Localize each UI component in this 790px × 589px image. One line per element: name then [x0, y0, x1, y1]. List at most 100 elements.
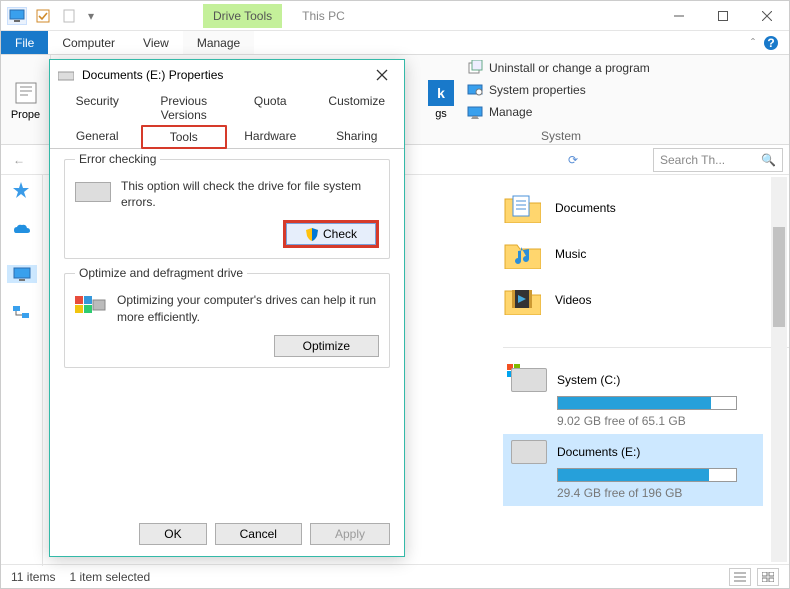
- tab-previous-versions[interactable]: Previous Versions: [141, 90, 228, 126]
- drive-item-system-c[interactable]: System (C:) 9.02 GB free of 65.1 GB: [503, 362, 763, 434]
- drive-name: Documents (E:): [557, 445, 640, 459]
- tab-sharing[interactable]: Sharing: [314, 125, 401, 149]
- ribbon-group-system: Uninstall or change a program System pro…: [461, 55, 661, 144]
- uninstall-icon: [467, 60, 483, 76]
- status-bar: 11 items 1 item selected: [1, 564, 789, 588]
- search-box[interactable]: Search Th... 🔍: [653, 148, 783, 172]
- ribbon-item-label: Manage: [489, 105, 532, 119]
- drive-free-text: 29.4 GB free of 196 GB: [557, 486, 755, 500]
- dialog-close-button[interactable]: [368, 64, 396, 86]
- properties-icon: [12, 79, 40, 107]
- onedrive-icon[interactable]: [12, 223, 32, 243]
- optimize-button[interactable]: Optimize: [274, 335, 379, 357]
- properties-label: Prope: [11, 109, 40, 121]
- navigation-pane: [1, 175, 43, 566]
- maximize-button[interactable]: [701, 1, 745, 31]
- drives-section: System (C:) 9.02 GB free of 65.1 GB Docu…: [503, 347, 789, 506]
- properties-dialog: Documents (E:) Properties Security Previ…: [49, 59, 405, 557]
- optimize-text: Optimizing your computer's drives can he…: [117, 292, 379, 324]
- document-qat-icon[interactable]: [59, 7, 79, 25]
- group-title: Error checking: [75, 152, 160, 166]
- vertical-scrollbar[interactable]: [771, 177, 787, 562]
- check-button[interactable]: Check: [283, 220, 379, 248]
- drive-icon: [511, 368, 547, 392]
- ribbon-tab-strip: File Computer View Manage ˆ ?: [1, 31, 789, 55]
- drive-usage-bar: [557, 468, 737, 482]
- group-title: Optimize and defragment drive: [75, 266, 247, 280]
- group-error-checking: Error checking This option will check th…: [64, 159, 390, 259]
- tab-customize[interactable]: Customize: [314, 90, 401, 126]
- folder-item-music[interactable]: Music: [463, 231, 789, 277]
- folder-item-videos[interactable]: Videos: [463, 277, 789, 323]
- ribbon-collapse-help: ˆ ?: [741, 31, 789, 54]
- ribbon-tab-view[interactable]: View: [129, 31, 183, 54]
- window-titlebar: ▾ Drive Tools This PC: [1, 1, 789, 31]
- drive-icon: [75, 182, 111, 202]
- shield-icon: [305, 227, 319, 241]
- music-folder-icon: [503, 239, 541, 269]
- cancel-button[interactable]: Cancel: [215, 523, 302, 545]
- search-icon: 🔍: [761, 153, 776, 167]
- svg-text:?: ?: [767, 36, 774, 50]
- refresh-icon[interactable]: ⟳: [568, 153, 578, 167]
- network-label-partial: gs: [435, 108, 447, 120]
- back-button[interactable]: ←: [7, 148, 31, 172]
- system-properties-icon: [467, 82, 483, 98]
- ribbon-item-manage[interactable]: Manage: [467, 103, 655, 121]
- ribbon-tab-manage[interactable]: Manage: [183, 31, 254, 54]
- folder-item-documents[interactable]: Documents: [463, 185, 789, 231]
- drive-name: System (C:): [557, 373, 620, 387]
- ok-button[interactable]: OK: [139, 523, 206, 545]
- tab-security[interactable]: Security: [54, 90, 141, 126]
- drive-icon: [511, 440, 547, 464]
- ribbon-collapse-icon[interactable]: ˆ: [751, 36, 755, 50]
- defrag-icon: [75, 292, 107, 320]
- drive-icon: [58, 69, 74, 81]
- dialog-body: Error checking This option will check th…: [50, 149, 404, 512]
- ribbon-tab-computer[interactable]: Computer: [48, 31, 129, 54]
- ribbon-item-system-properties[interactable]: System properties: [467, 81, 655, 99]
- folder-label: Videos: [555, 293, 591, 307]
- help-icon[interactable]: ?: [763, 35, 779, 51]
- qat-dropdown-icon[interactable]: ▾: [85, 7, 97, 25]
- tab-tools[interactable]: Tools: [141, 125, 228, 149]
- tab-hardware[interactable]: Hardware: [227, 125, 314, 149]
- status-item-count: 11 items: [11, 570, 55, 584]
- error-checking-text: This option will check the drive for fil…: [121, 178, 379, 210]
- tab-quota[interactable]: Quota: [227, 90, 314, 126]
- quick-access-icon[interactable]: [12, 181, 32, 201]
- ribbon-group-label-system: System: [467, 129, 655, 143]
- view-details-button[interactable]: [729, 568, 751, 586]
- this-pc-nav-icon[interactable]: [7, 265, 37, 283]
- documents-folder-icon: [503, 193, 541, 223]
- network-nav-icon[interactable]: [12, 305, 32, 325]
- drive-item-documents-e[interactable]: Documents (E:) 29.4 GB free of 196 GB: [503, 434, 763, 506]
- dialog-button-row: OK Cancel Apply: [50, 512, 404, 556]
- drive-free-text: 9.02 GB free of 65.1 GB: [557, 414, 755, 428]
- checkbox-qat-icon[interactable]: [33, 7, 53, 25]
- ribbon-tab-file[interactable]: File: [1, 31, 48, 54]
- apply-button[interactable]: Apply: [310, 523, 390, 545]
- ribbon-item-uninstall[interactable]: Uninstall or change a program: [467, 59, 655, 77]
- close-button[interactable]: [745, 1, 789, 31]
- manage-icon: [467, 104, 483, 120]
- minimize-button[interactable]: [657, 1, 701, 31]
- quick-access-toolbar: ▾: [1, 7, 103, 25]
- context-tab-drive-tools[interactable]: Drive Tools: [203, 4, 282, 28]
- network-icon[interactable]: k: [428, 80, 454, 106]
- folder-label: Documents: [555, 201, 616, 215]
- view-large-icons-button[interactable]: [757, 568, 779, 586]
- scrollbar-thumb[interactable]: [773, 227, 785, 327]
- window-controls: [657, 1, 789, 31]
- ribbon-group-network-partial: k gs: [421, 55, 461, 144]
- dialog-title: Documents (E:) Properties: [82, 68, 223, 82]
- ribbon-item-label: Uninstall or change a program: [489, 61, 650, 75]
- dialog-titlebar[interactable]: Documents (E:) Properties: [50, 60, 404, 90]
- window-title: This PC: [302, 9, 345, 23]
- ribbon-item-label: System properties: [489, 83, 586, 97]
- ribbon-group-properties[interactable]: Prope: [1, 55, 51, 144]
- group-optimize: Optimize and defragment drive Optimizing…: [64, 273, 390, 367]
- search-placeholder: Search Th...: [660, 153, 725, 167]
- this-pc-icon[interactable]: [7, 7, 27, 25]
- tab-general[interactable]: General: [54, 125, 141, 149]
